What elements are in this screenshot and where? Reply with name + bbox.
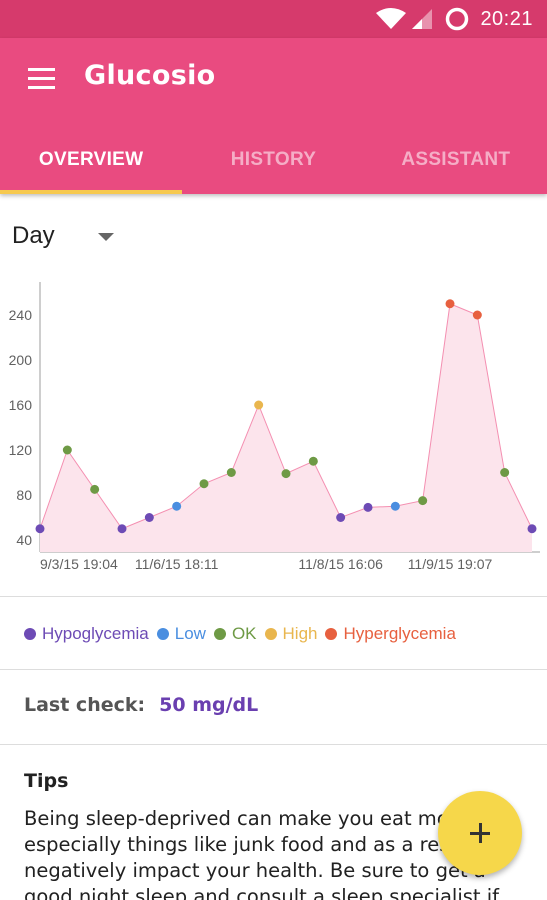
y-tick-label: 200 xyxy=(9,352,33,368)
range-dropdown[interactable]: Day xyxy=(12,222,122,256)
tab-history[interactable]: HISTORY xyxy=(182,138,364,194)
app-bar: Glucosio OVERVIEW HISTORY ASSISTANT xyxy=(0,38,547,194)
data-point xyxy=(35,524,45,534)
status-time: 20:21 xyxy=(480,7,533,30)
data-point xyxy=(226,468,236,477)
legend-label: OK xyxy=(231,624,257,643)
legend-label: Hypoglycemia xyxy=(42,624,149,643)
status-icons: 20:21 xyxy=(376,4,533,34)
chart-legend: Hypoglycemia Low OK High Hyperglycemia xyxy=(24,622,464,646)
data-point xyxy=(390,501,400,511)
y-tick-label: 80 xyxy=(16,487,32,503)
data-point xyxy=(472,310,482,320)
data-point xyxy=(418,496,428,506)
legend-label: Low xyxy=(174,624,206,643)
tips-title: Tips xyxy=(24,770,69,792)
battery-ring-icon xyxy=(446,7,469,31)
legend-item: OK xyxy=(213,624,257,644)
x-tick-label: 11/8/15 16:06 xyxy=(298,556,383,572)
divider xyxy=(0,596,547,597)
divider xyxy=(0,669,547,670)
y-tick-label: 160 xyxy=(9,397,33,413)
x-tick-label: 11/9/15 19:07 xyxy=(408,556,493,572)
y-tick-label: 240 xyxy=(9,307,33,323)
tab-overview[interactable]: OVERVIEW xyxy=(0,138,183,194)
status-bar: 20:21 xyxy=(0,0,547,38)
y-tick-label: 40 xyxy=(16,532,32,548)
dropdown-arrow-icon xyxy=(98,233,114,241)
data-point xyxy=(90,484,100,494)
app-title: Glucosio xyxy=(84,60,216,91)
x-tick-label: 9/3/15 19:04 xyxy=(40,556,118,572)
glucose-chart: 40 80 120 160 200 240 9/3/15 19:04 11/6/15 18:1… xyxy=(0,270,547,590)
add-reading-button[interactable] xyxy=(438,791,522,875)
legend-dot-icon xyxy=(24,628,36,640)
legend-dot-icon xyxy=(325,628,338,640)
menu-icon xyxy=(28,68,55,71)
data-point xyxy=(308,456,318,466)
data-point xyxy=(199,479,209,489)
data-point xyxy=(62,445,72,455)
divider xyxy=(0,744,547,745)
series-area xyxy=(40,303,532,552)
x-tick-label: 11/6/15 18:11 xyxy=(135,556,219,572)
legend-item: Hypoglycemia xyxy=(24,624,149,644)
legend-item: Hyperglycemia xyxy=(325,624,456,644)
legend-label: Hyperglycemia xyxy=(343,624,456,643)
last-check: Last check: 50 mg/dL xyxy=(24,694,258,716)
wifi-icon xyxy=(376,8,407,29)
legend-dot-icon xyxy=(156,628,169,640)
data-point xyxy=(363,502,373,512)
data-point xyxy=(336,513,346,522)
data-point xyxy=(144,513,154,522)
tab-assistant[interactable]: ASSISTANT xyxy=(365,138,547,194)
last-check-value: 50 mg/dL xyxy=(159,694,259,716)
legend-label: High xyxy=(282,624,318,643)
data-point xyxy=(254,400,264,410)
legend-dot-icon xyxy=(264,628,277,640)
data-point xyxy=(117,524,127,534)
data-point xyxy=(445,299,455,309)
data-point xyxy=(527,524,537,534)
data-point xyxy=(172,501,182,511)
data-point xyxy=(500,468,510,477)
y-tick-label: 120 xyxy=(9,442,33,458)
last-check-label: Last check: xyxy=(24,694,146,716)
legend-dot-icon xyxy=(213,628,226,640)
menu-button[interactable] xyxy=(26,66,58,92)
range-value: Day xyxy=(12,222,55,249)
tab-bar: OVERVIEW HISTORY ASSISTANT xyxy=(0,138,547,194)
glucose-chart-svg: 40 80 120 160 200 240 9/3/15 19:04 11/6/15 18:1… xyxy=(9,282,540,572)
legend-item: High xyxy=(264,624,318,644)
data-point xyxy=(281,469,291,479)
cell-signal-icon xyxy=(412,9,433,29)
legend-item: Low xyxy=(156,624,206,644)
